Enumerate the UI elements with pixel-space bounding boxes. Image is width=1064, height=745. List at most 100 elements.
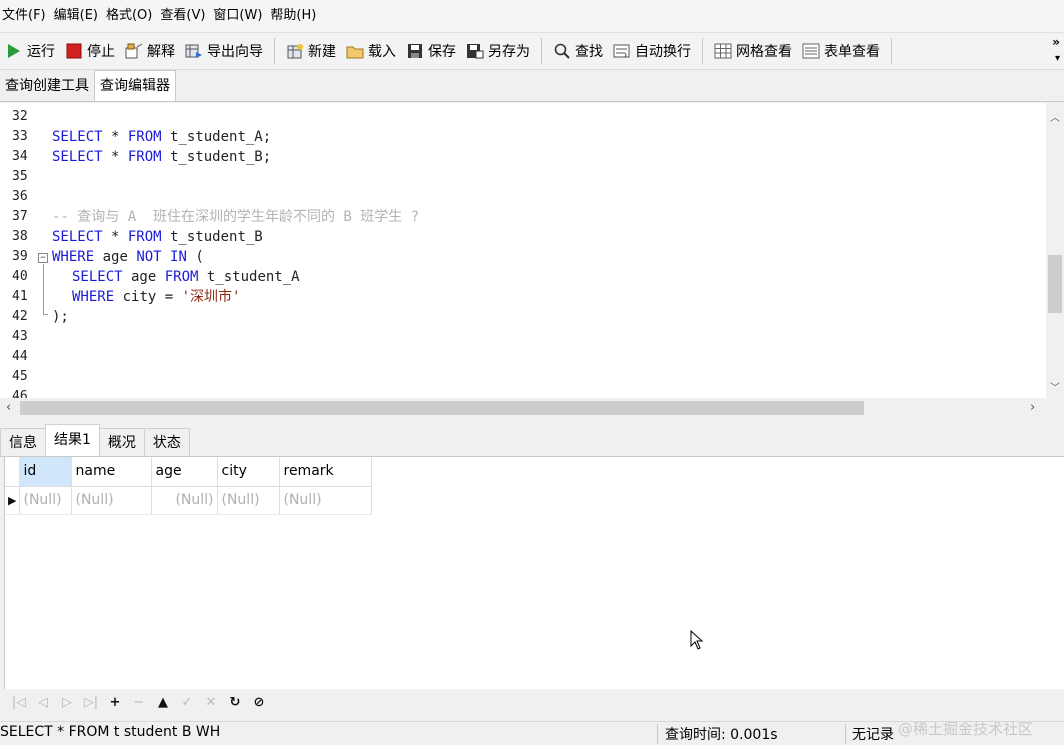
line-number: 45: [12, 369, 28, 384]
grid-header-row: id name age city remark: [5, 457, 372, 487]
toolbar-separator: [702, 38, 703, 64]
scrollbar-thumb[interactable]: [20, 401, 864, 415]
new-button[interactable]: 新建: [281, 36, 341, 66]
fold-guide: [43, 264, 44, 314]
menu-file[interactable]: 文件(F): [0, 0, 52, 32]
cell-id[interactable]: (Null): [19, 486, 72, 515]
word-wrap-label: 自动换行: [635, 44, 691, 60]
cell-city[interactable]: (Null): [217, 486, 280, 515]
tab-result-1[interactable]: 结果1: [45, 424, 100, 456]
result-grid[interactable]: id name age city remark ▶ (Null) (Null) …: [4, 457, 1064, 689]
menu-edit[interactable]: 编辑(E): [52, 0, 104, 32]
export-icon: [185, 42, 203, 60]
table-row[interactable]: ▶ (Null) (Null) (Null) (Null) (Null): [5, 486, 372, 515]
status-sql-text: SELECT * FROM t student B WH: [0, 724, 221, 740]
tab-profile[interactable]: 概况: [98, 428, 145, 456]
apply-changes-icon[interactable]: ✓: [176, 691, 198, 713]
sql-text: t_student_A: [198, 269, 300, 285]
next-record-icon[interactable]: ▷: [56, 691, 78, 713]
sql-keyword: WHERE: [72, 289, 115, 305]
chevron-up-icon[interactable]: ︿: [1050, 109, 1060, 124]
chevron-down-icon[interactable]: ﹀: [1050, 379, 1060, 394]
run-label: 运行: [27, 44, 55, 60]
delete-record-icon[interactable]: −: [128, 691, 150, 713]
column-header-id[interactable]: id: [19, 457, 72, 487]
row-indicator-header: [5, 457, 20, 487]
menu-window[interactable]: 窗口(W): [211, 0, 268, 32]
sql-keyword: SELECT: [72, 269, 123, 285]
sql-editor[interactable]: 32 33 34 35 36 37 38 39 40 41 42 43 44 4…: [0, 103, 1064, 398]
fold-guide-end: [43, 314, 48, 315]
tab-info[interactable]: 信息: [0, 428, 46, 456]
chevron-right-icon[interactable]: ›: [1030, 400, 1035, 415]
menu-view[interactable]: 查看(V): [158, 0, 211, 32]
editor-horizontal-scrollbar[interactable]: ‹ ›: [0, 398, 1064, 418]
explain-icon: [125, 42, 143, 60]
editor-vertical-scrollbar[interactable]: ︿ ﹀: [1046, 103, 1064, 398]
stop-fetch-icon[interactable]: ⊘: [248, 691, 270, 713]
code-line-34: SELECT * FROM t_student_B;: [52, 147, 271, 167]
column-header-city[interactable]: city: [217, 457, 280, 487]
line-number-gutter: 32 33 34 35 36 37 38 39 40 41 42 43 44 4…: [0, 103, 50, 398]
editor-tabs: 查询创建工具 查询编辑器: [0, 70, 1064, 102]
scrollbar-thumb[interactable]: [1048, 255, 1062, 313]
menu-help[interactable]: 帮助(H): [268, 0, 322, 32]
refresh-icon[interactable]: ↻: [224, 691, 246, 713]
current-row-marker-icon: ▶: [5, 486, 20, 515]
last-record-icon[interactable]: ▷|: [80, 691, 102, 713]
save-as-button[interactable]: 另存为: [461, 36, 535, 66]
run-button[interactable]: 运行: [0, 36, 60, 66]
save-as-icon: [466, 42, 484, 60]
sql-keyword: SELECT: [52, 149, 103, 165]
line-number: 38: [12, 229, 28, 244]
sql-text: t_student_B;: [161, 149, 272, 165]
tab-status[interactable]: 状态: [143, 428, 190, 456]
menu-format[interactable]: 格式(O): [104, 0, 158, 32]
first-record-icon[interactable]: |◁: [8, 691, 30, 713]
cell-name[interactable]: (Null): [71, 486, 152, 515]
move-up-icon[interactable]: ▲: [152, 691, 174, 713]
column-header-age[interactable]: age: [151, 457, 218, 487]
add-record-icon[interactable]: +: [104, 691, 126, 713]
result-tabs: 信息 结果1 概况 状态: [0, 424, 1064, 457]
previous-record-icon[interactable]: ◁: [32, 691, 54, 713]
cell-age[interactable]: (Null): [151, 486, 218, 515]
line-number: 40: [12, 269, 28, 284]
tab-query-editor[interactable]: 查询编辑器: [94, 70, 176, 101]
line-number: 33: [12, 129, 28, 144]
explain-label: 解释: [147, 44, 175, 60]
sql-text: *: [102, 129, 128, 145]
export-wizard-button[interactable]: 导出向导: [180, 36, 268, 66]
sql-text: *: [102, 229, 128, 245]
line-number: 42: [12, 309, 28, 324]
line-number: 35: [12, 169, 28, 184]
column-header-remark[interactable]: remark: [279, 457, 372, 487]
load-button[interactable]: 载入: [341, 36, 401, 66]
cell-remark[interactable]: (Null): [279, 486, 372, 515]
toolbar-overflow-arrow-icon[interactable]: ▾: [1055, 53, 1060, 64]
sql-keyword: SELECT: [52, 229, 103, 245]
fold-toggle-icon[interactable]: −: [38, 253, 48, 263]
explain-button[interactable]: 解释: [120, 36, 180, 66]
sql-text: age: [94, 249, 137, 265]
word-wrap-button[interactable]: 自动换行: [608, 36, 696, 66]
find-label: 查找: [575, 44, 603, 60]
stop-icon: [65, 42, 83, 60]
find-button[interactable]: 查找: [548, 36, 608, 66]
toolbar-overflow-chevron[interactable]: »: [1052, 35, 1060, 49]
save-icon: [406, 42, 424, 60]
code-line-39: WHERE age NOT IN (: [52, 247, 204, 267]
line-number: 44: [12, 349, 28, 364]
tab-query-builder[interactable]: 查询创建工具: [0, 71, 94, 101]
chevron-left-icon[interactable]: ‹: [6, 400, 11, 415]
discard-changes-icon[interactable]: ✕: [200, 691, 222, 713]
form-view-button[interactable]: 表单查看: [797, 36, 885, 66]
save-button[interactable]: 保存: [401, 36, 461, 66]
grid-view-button[interactable]: 网格查看: [709, 36, 797, 66]
stop-button[interactable]: 停止: [60, 36, 120, 66]
mouse-pointer-icon: [690, 629, 704, 654]
code-line-37: -- 查询与 A 班住在深圳的学生年龄不同的 B 班学生 ?: [52, 207, 419, 227]
column-header-name[interactable]: name: [71, 457, 152, 487]
sql-keyword: SELECT: [52, 129, 103, 145]
line-number: 46: [12, 389, 28, 398]
